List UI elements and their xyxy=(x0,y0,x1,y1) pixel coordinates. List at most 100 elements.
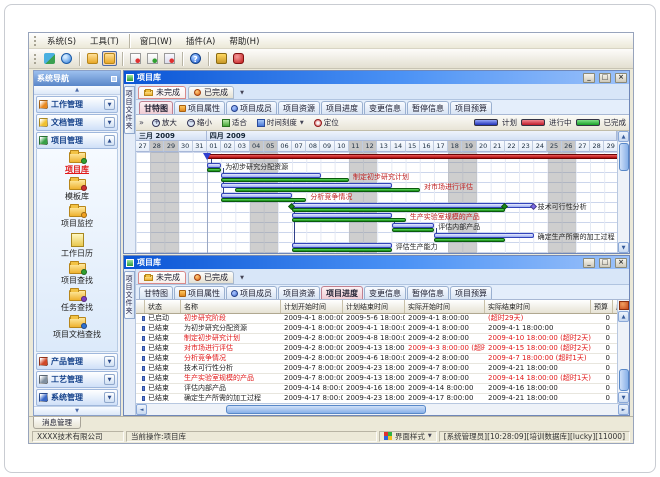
filter-tab-finished[interactable]: 已完成 xyxy=(188,86,234,99)
table-row[interactable]: 已结束生产实验室规模的产品2009-4-7 8:00:002009-4-13 1… xyxy=(136,374,617,384)
sidebar-group-header-3[interactable]: 产品管理▼ xyxy=(36,353,118,370)
column-header[interactable]: 实际结束时间 xyxy=(485,300,591,313)
sidebar-scroll-down-button[interactable]: ▼ xyxy=(34,406,120,415)
scrollbar-thumb[interactable] xyxy=(619,369,629,391)
menu-item[interactable]: 帮助(H) xyxy=(222,34,266,48)
scrollbar-thumb[interactable] xyxy=(226,405,426,414)
maximize-button[interactable]: □ xyxy=(599,73,611,83)
table-row[interactable]: 已结束为初步研究分配资源2009-4-1 8:00:002009-4-1 18:… xyxy=(136,324,617,334)
table-row[interactable]: 已结束技术可行性分析2009-4-7 8:00:002009-4-23 18:0… xyxy=(136,364,617,374)
gantt-summary-bar[interactable] xyxy=(207,154,617,159)
chevron-icon[interactable]: ▼ xyxy=(104,117,115,128)
toolbar-button[interactable] xyxy=(128,51,143,66)
view-tab-0[interactable]: 甘特图 xyxy=(139,101,173,114)
table-row[interactable]: 已结束评估内部产品2009-4-14 8:00:002009-4-16 18:0… xyxy=(136,384,617,394)
project-folder-side-tab[interactable]: 项目文件夹 xyxy=(124,86,135,134)
view-tab-1[interactable]: 项目属性 xyxy=(174,286,225,299)
fit-button[interactable]: 适合 xyxy=(218,115,251,130)
toolbar-overflow-icon[interactable]: » xyxy=(139,118,144,127)
view-tab-5[interactable]: 变更信息 xyxy=(364,286,406,299)
gantt-vertical-scrollbar[interactable]: ▲ ▼ xyxy=(617,131,629,253)
toolbar-button[interactable] xyxy=(102,51,117,66)
view-tab-7[interactable]: 项目预算 xyxy=(450,286,492,299)
chevron-icon[interactable]: ▲ xyxy=(104,135,115,146)
minimize-button[interactable]: _ xyxy=(583,258,595,268)
toolbar-button[interactable]: ? xyxy=(188,51,203,66)
toolbar-grip[interactable] xyxy=(34,36,37,46)
view-tab-3[interactable]: 项目资源 xyxy=(278,101,320,114)
scrollbar-track[interactable] xyxy=(618,322,629,368)
scroll-left-arrow[interactable]: ◄ xyxy=(136,404,147,415)
column-header[interactable] xyxy=(136,300,145,313)
sidebar-item-2[interactable]: 项目监控 xyxy=(61,206,93,229)
column-header[interactable]: 名称 xyxy=(181,300,281,313)
close-button[interactable]: × xyxy=(615,73,627,83)
gantt-bar-actual[interactable] xyxy=(434,238,505,242)
chevron-icon[interactable]: ▼ xyxy=(104,392,115,403)
table-row[interactable]: 已启动初步研究阶段2009-4-1 8:00:002009-5-6 18:00:… xyxy=(136,314,617,324)
view-tab-3[interactable]: 项目资源 xyxy=(278,286,320,299)
menu-item[interactable]: 系统(S) xyxy=(40,34,83,48)
view-tab-7[interactable]: 项目预算 xyxy=(450,101,492,114)
sidebar-scroll-up-button[interactable]: ▲ xyxy=(34,86,120,95)
chevron-icon[interactable]: ▼ xyxy=(104,99,115,110)
sidebar-item-3[interactable]: 工作日历 xyxy=(61,233,93,259)
scroll-up-arrow[interactable]: ▲ xyxy=(618,311,629,322)
toolbar-button[interactable] xyxy=(85,51,100,66)
time-scale-button[interactable]: 时间刻度▼ xyxy=(253,115,308,130)
sidebar-group-header-1[interactable]: 文档管理▼ xyxy=(36,114,118,131)
table-horizontal-scrollbar[interactable]: ◄ ► xyxy=(136,403,629,415)
sidebar-group-header-2[interactable]: 项目管理▲ xyxy=(36,132,118,149)
chevron-icon[interactable]: ▼ xyxy=(104,374,115,385)
gantt-bar-actual[interactable] xyxy=(292,208,505,212)
chevron-icon[interactable]: ▼ xyxy=(104,356,115,367)
view-tab-4[interactable]: 项目进度 xyxy=(321,101,363,114)
view-tab-2[interactable]: 项目成员 xyxy=(226,286,277,299)
column-header[interactable]: 状态 xyxy=(145,300,181,313)
sidebar-item-5[interactable]: 任务查找 xyxy=(61,290,93,313)
scroll-right-arrow[interactable]: ► xyxy=(618,404,629,415)
tab-overflow-button[interactable]: ▼ xyxy=(236,272,248,284)
column-header[interactable]: 预算 xyxy=(591,300,613,313)
scroll-up-arrow[interactable]: ▲ xyxy=(618,131,629,142)
table-row[interactable]: 已结束确定生产所需的加工过程2009-4-17 8:00:002009-4-23… xyxy=(136,394,617,403)
toolbar-button[interactable] xyxy=(42,51,57,66)
zoom-out-button[interactable]: 缩小 xyxy=(183,115,216,130)
maximize-button[interactable]: □ xyxy=(599,258,611,268)
pin-icon[interactable] xyxy=(111,76,117,82)
interface-style-selector[interactable]: 界面样式 ▼ xyxy=(379,431,437,442)
sidebar-group-header-0[interactable]: 工作管理▼ xyxy=(36,96,118,113)
project-folder-side-tab[interactable]: 项目文件夹 xyxy=(124,271,135,319)
toolbar-button[interactable] xyxy=(162,51,177,66)
view-tab-1[interactable]: 项目属性 xyxy=(174,101,225,114)
column-customize-button[interactable] xyxy=(619,301,629,310)
scroll-down-arrow[interactable]: ▼ xyxy=(618,392,629,403)
sidebar-item-4[interactable]: 项目查找 xyxy=(61,263,93,286)
gantt-bar-actual[interactable] xyxy=(207,168,221,172)
menu-item[interactable]: 工具(T) xyxy=(83,34,126,48)
table-row[interactable]: 已结束制定初步研究计划2009-4-2 8:00:002009-4-8 18:0… xyxy=(136,334,617,344)
sidebar-group-header-5[interactable]: 系统管理▼ xyxy=(36,389,118,406)
scrollbar-track[interactable] xyxy=(618,172,629,242)
gantt-bar-actual[interactable] xyxy=(235,188,420,192)
column-header[interactable]: 计划结束时间 xyxy=(343,300,405,313)
gantt-bar-actual[interactable] xyxy=(221,178,349,182)
table-row[interactable]: 已结束对市场进行评估2009-4-2 8:00:002009-4-13 18:0… xyxy=(136,344,617,354)
toolbar-button[interactable] xyxy=(145,51,160,66)
view-tab-4[interactable]: 项目进度 xyxy=(321,286,363,299)
sidebar-item-1[interactable]: 模板库 xyxy=(65,179,89,202)
gantt-bar-actual[interactable] xyxy=(292,248,391,252)
toolbar-button[interactable] xyxy=(231,51,246,66)
table-vertical-scrollbar[interactable]: ▲ ▼ xyxy=(617,300,629,403)
view-tab-6[interactable]: 暂停信息 xyxy=(407,101,449,114)
column-header[interactable]: 计划开始时间 xyxy=(281,300,343,313)
progress-panel-titlebar[interactable]: 项目库 _ □ × xyxy=(124,256,629,269)
gantt-panel-titlebar[interactable]: 项目库 _ □ × xyxy=(124,71,629,84)
filter-tab-unfinished[interactable]: 未完成 xyxy=(138,86,186,99)
view-tab-2[interactable]: 项目成员 xyxy=(226,101,277,114)
menu-item[interactable]: 插件(A) xyxy=(179,34,222,48)
view-tab-5[interactable]: 变更信息 xyxy=(364,101,406,114)
column-header[interactable]: 实际开始时间 xyxy=(405,300,485,313)
sidebar-item-0[interactable]: 项目库 xyxy=(65,152,89,175)
close-button[interactable]: × xyxy=(615,258,627,268)
